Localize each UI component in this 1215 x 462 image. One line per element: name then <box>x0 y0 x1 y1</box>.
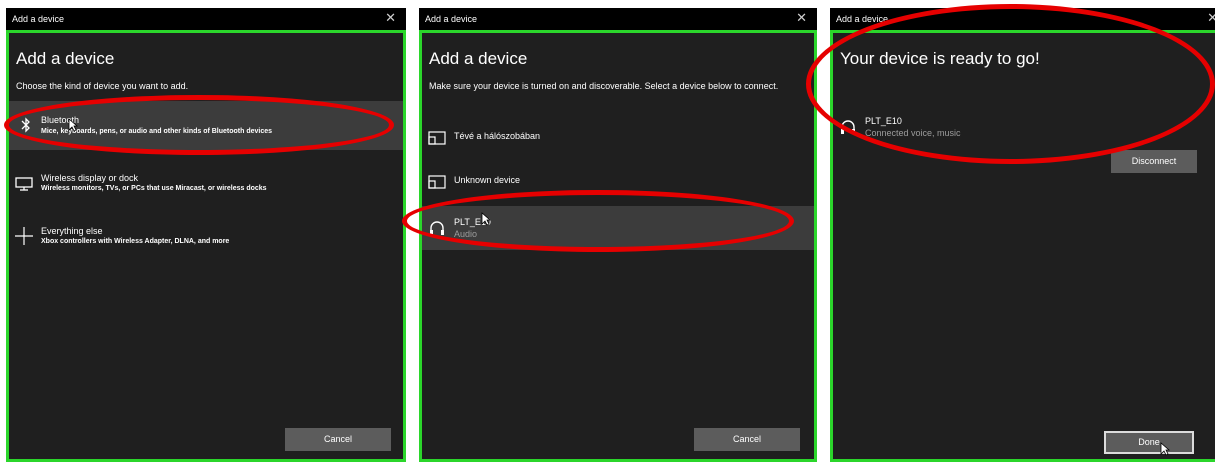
done-button[interactable]: Done <box>1104 431 1194 454</box>
window-title: Add a device <box>836 14 889 24</box>
plus-icon <box>15 227 33 245</box>
instruction-text: Make sure your device is turned on and d… <box>429 81 779 91</box>
close-icon[interactable]: ✕ <box>796 11 807 25</box>
add-device-window-choose-type: Add a device ✕ Add a device Choose the k… <box>6 8 406 462</box>
page-title: Add a device <box>429 49 528 68</box>
option-title: Wireless display or dock <box>41 173 139 183</box>
cancel-button[interactable]: Cancel <box>694 428 800 451</box>
bluetooth-icon <box>21 117 30 133</box>
page-title: Your device is ready to go! <box>840 49 1040 68</box>
window-title: Add a device <box>425 14 478 24</box>
headset-icon <box>430 221 444 235</box>
window-title: Add a device <box>12 14 65 24</box>
mouse-cursor <box>481 212 491 226</box>
option-description: Xbox controllers with Wireless Adapter, … <box>41 238 230 245</box>
add-device-window-select-device: Add a device ✕ Add a device Make sure yo… <box>419 8 817 462</box>
mouse-cursor <box>1160 442 1170 456</box>
option-description: Wireless monitors, TVs, or PCs that use … <box>41 185 267 192</box>
device-status: Connected voice, music <box>865 128 961 138</box>
page-title: Add a device <box>16 49 115 68</box>
dialog-content: Add a device Choose the kind of device y… <box>6 30 406 462</box>
option-everything-else[interactable]: Everything else Xbox controllers with Wi… <box>9 215 403 259</box>
mouse-cursor <box>68 118 78 132</box>
connected-device: PLT_E10 Connected voice, music <box>833 105 1215 149</box>
cancel-button[interactable]: Cancel <box>285 428 391 451</box>
device-item[interactable]: Tévé a hálószobában <box>422 117 814 161</box>
instruction-text: Choose the kind of device you want to ad… <box>16 81 189 91</box>
close-icon[interactable]: ✕ <box>385 11 396 25</box>
monitor-icon <box>15 177 33 191</box>
title-bar: Add a device ✕ <box>419 8 817 30</box>
option-wireless-display[interactable]: Wireless display or dock Wireless monito… <box>9 162 403 206</box>
disconnect-button[interactable]: Disconnect <box>1111 150 1197 173</box>
add-device-window-ready: Add a device ✕ Your device is ready to g… <box>830 8 1215 462</box>
device-type: Audio <box>454 229 478 239</box>
title-bar: Add a device ✕ <box>830 8 1215 30</box>
close-icon[interactable]: ✕ <box>1207 11 1215 25</box>
dialog-content: Your device is ready to go! PLT_E10 Conn… <box>830 30 1215 462</box>
device-name: Unknown device <box>454 175 521 185</box>
dialog-content: Add a device Make sure your device is tu… <box>419 30 817 462</box>
device-name: Tévé a hálószobában <box>454 131 541 141</box>
media-device-icon <box>428 175 446 189</box>
option-title: Everything else <box>41 226 103 236</box>
device-name: PLT_E10 <box>865 116 902 126</box>
headset-icon <box>841 120 855 134</box>
device-item[interactable]: Unknown device <box>422 161 814 205</box>
media-device-icon <box>428 131 446 145</box>
title-bar: Add a device ✕ <box>6 8 406 30</box>
